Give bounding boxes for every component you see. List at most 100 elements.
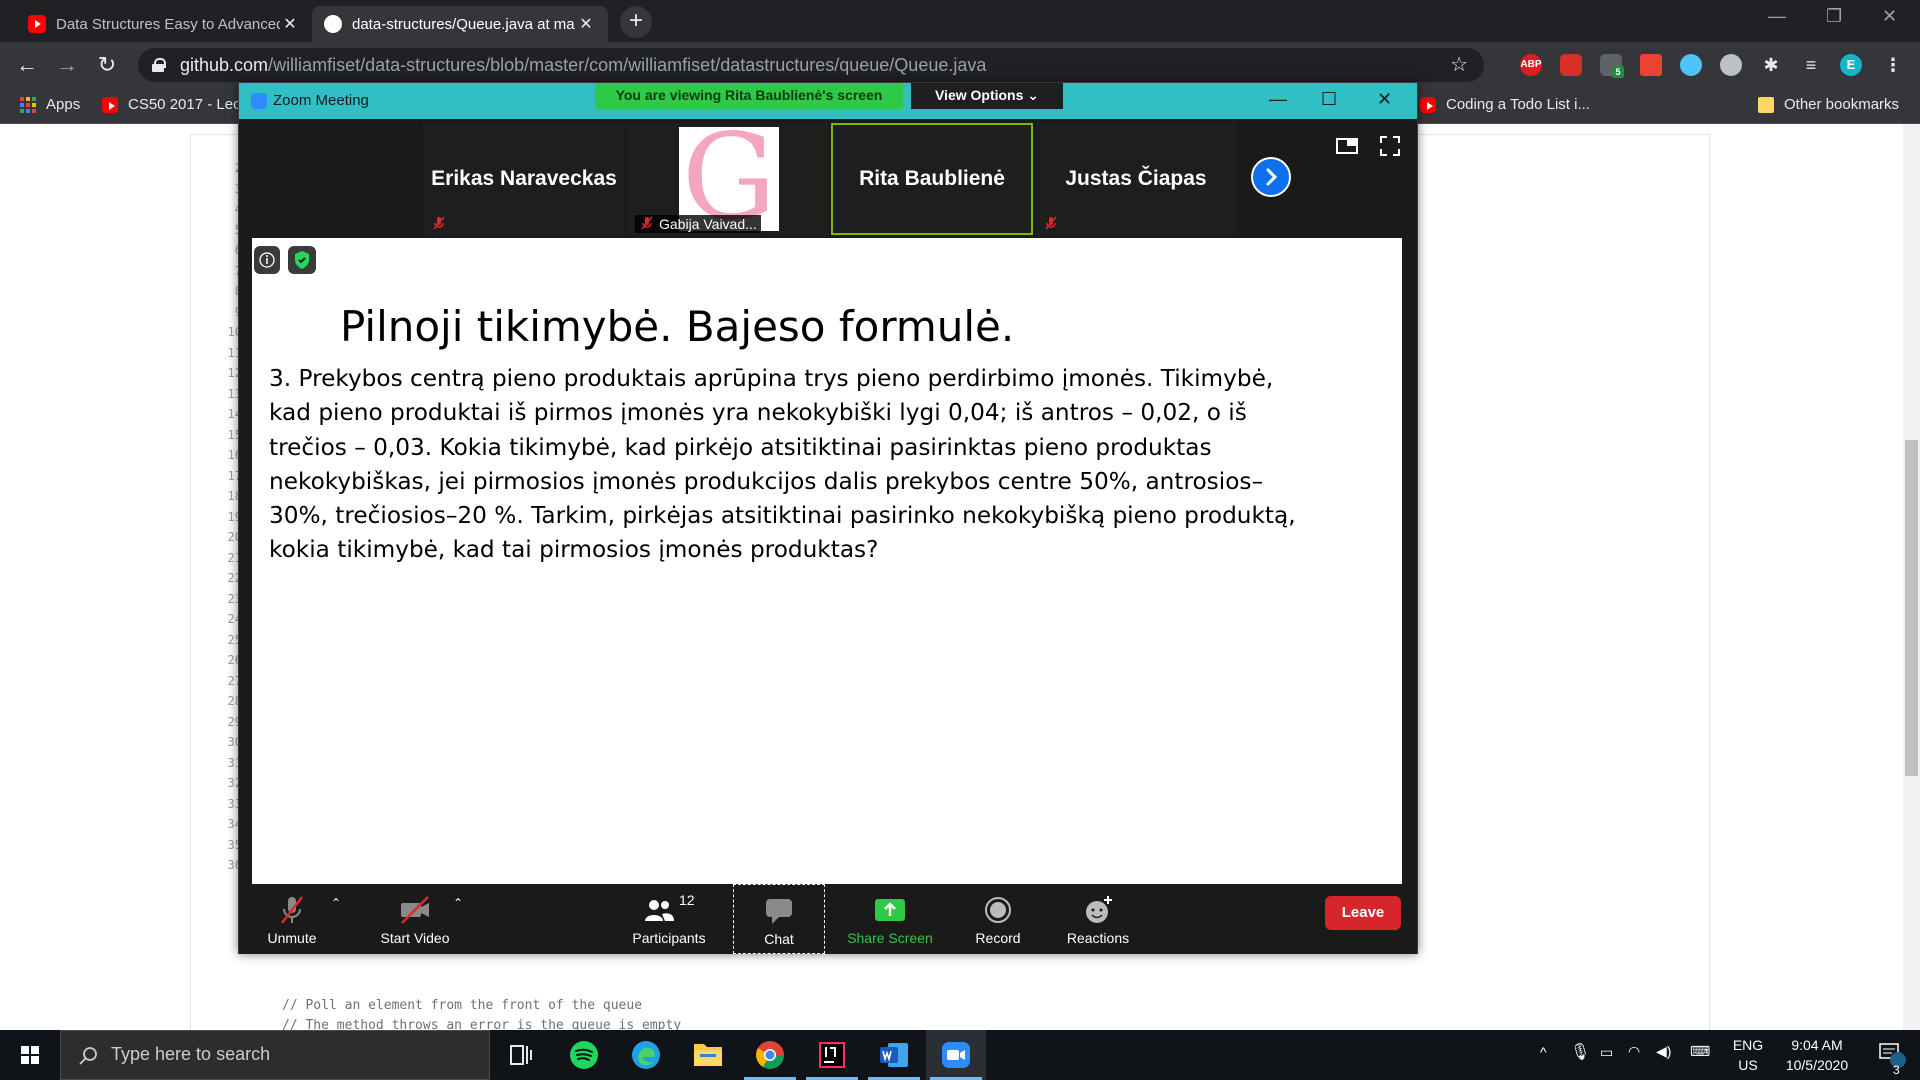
profile-avatar[interactable]: E (1840, 54, 1862, 76)
close-icon[interactable]: ✕ (1377, 89, 1392, 110)
close-window-icon[interactable]: ✕ (1882, 6, 1897, 27)
next-page-button[interactable] (1251, 157, 1291, 197)
keyboard-icon[interactable]: ⌨ (1690, 1043, 1710, 1060)
windows-taskbar: Type here to search ^ 🎙 ▭ ◠ ◀) ⌨ ENG US … (0, 1030, 1920, 1080)
participants-button[interactable]: 12 Participants (619, 884, 719, 954)
bookmark-todo[interactable]: Coding a Todo List i... (1420, 96, 1590, 113)
language-indicator[interactable]: ENG US (1730, 1035, 1766, 1075)
notifications-button[interactable]: 3 (1872, 1040, 1912, 1077)
security-shield-icon[interactable] (288, 246, 316, 274)
media-queue-icon[interactable]: ≡ (1800, 54, 1822, 76)
slide-line: kokia tikimybė, kad tai pirmosios įmonės… (269, 536, 879, 564)
start-video-button[interactable]: Start Video (357, 884, 473, 954)
puzzle-icon[interactable]: ✱ (1760, 54, 1782, 76)
slide-title: Pilnoji tikimybė. Bajeso formulė. (340, 302, 1015, 351)
audio-options-caret-icon[interactable]: ⌃ (331, 896, 341, 910)
slide-line: kad pieno produktai iš pirmos įmonės yra… (269, 399, 1247, 427)
microphone-icon[interactable]: 🎙 (1570, 1042, 1590, 1062)
leave-button[interactable]: Leave (1325, 896, 1401, 930)
extension-icon[interactable]: 5 (1600, 54, 1624, 78)
start-button[interactable] (0, 1030, 60, 1080)
intellij-app[interactable] (802, 1030, 862, 1080)
new-tab-button[interactable]: + (620, 6, 652, 38)
clock[interactable]: 9:04 AM 10/5/2020 (1772, 1035, 1862, 1075)
address-bar[interactable]: github.com/williamfiset/data-structures/… (138, 48, 1484, 82)
minimize-icon[interactable]: — (1768, 6, 1786, 27)
youtube-icon (102, 96, 118, 113)
windows-logo-icon (21, 1046, 39, 1064)
extension-icon[interactable] (1680, 54, 1702, 76)
participant-tile[interactable]: Erikas Naraveckas (423, 123, 625, 235)
spotify-icon (570, 1041, 598, 1069)
edge-app[interactable] (616, 1030, 676, 1080)
participant-name: Rita Baublienė (859, 167, 1005, 190)
participant-tile[interactable]: G Gabija Vaivad... (627, 123, 829, 235)
word-app[interactable] (864, 1030, 924, 1080)
video-options-caret-icon[interactable]: ⌃ (453, 896, 463, 910)
reactions-button[interactable]: Reactions (1053, 884, 1143, 954)
close-icon[interactable]: ✕ (280, 14, 300, 34)
view-options-button[interactable]: View Options ⌄ (911, 83, 1063, 109)
participants-icon (645, 900, 674, 921)
minimize-icon[interactable]: — (1269, 89, 1287, 110)
participants-count: 12 (679, 892, 695, 908)
wifi-icon[interactable]: ◠ (1628, 1043, 1640, 1060)
task-view-button[interactable] (490, 1030, 550, 1080)
maximize-icon[interactable]: ☐ (1321, 89, 1337, 110)
taskbar-search-box[interactable]: Type here to search (60, 1030, 490, 1080)
date-text: 10/5/2020 (1785, 1057, 1849, 1073)
reactions-emoji-icon (1086, 896, 1112, 923)
bookmark-apps[interactable]: Apps (20, 96, 80, 113)
file-explorer-icon (694, 1044, 722, 1066)
participant-tile[interactable]: Justas Čiapas (1035, 123, 1237, 235)
chat-button[interactable]: Chat (733, 884, 825, 954)
gmail-extension-icon[interactable] (1560, 54, 1582, 76)
close-icon[interactable]: ✕ (576, 14, 596, 34)
gallery-view-icon[interactable] (1335, 135, 1359, 157)
participant-name: Justas Čiapas (1065, 167, 1207, 190)
back-icon[interactable]: ← (12, 50, 42, 80)
record-button[interactable]: Record (957, 884, 1039, 954)
reload-icon[interactable]: ↻ (92, 50, 122, 80)
tab-github[interactable]: data-structures/Queue.java at ma ✕ (312, 6, 608, 42)
muted-mic-icon (281, 896, 303, 924)
slide-line: 30%, trečiosios–20 %. Tarkim, pirkėjas a… (269, 502, 1296, 530)
spotify-app[interactable] (554, 1030, 614, 1080)
database-extension-icon[interactable] (1720, 54, 1742, 76)
chevron-right-icon (1266, 168, 1278, 186)
file-explorer-app[interactable] (678, 1030, 738, 1080)
battery-icon[interactable]: ▭ (1600, 1044, 1613, 1061)
meeting-controls-bar: Unmute ⌃ Start Video ⌃ 12 Participants C… (239, 884, 1417, 954)
intellij-icon (819, 1042, 845, 1068)
time-text: 9:04 AM (1791, 1037, 1843, 1053)
slide-body: 3. Prekybos centrą pieno produktais aprū… (269, 362, 1349, 568)
bookmark-label: Other bookmarks (1784, 96, 1900, 113)
volume-icon[interactable]: ◀) (1656, 1043, 1671, 1060)
github-icon (324, 15, 342, 33)
share-screen-icon (875, 899, 905, 921)
bookmark-star-icon[interactable]: ☆ (1450, 52, 1468, 77)
bookmark-cs50[interactable]: CS50 2017 - Lec (102, 96, 241, 113)
bookmark-other[interactable]: Other bookmarks (1758, 96, 1899, 113)
scrollbar-thumb[interactable] (1905, 440, 1918, 776)
adblock-icon[interactable]: ABP (1520, 54, 1542, 76)
youtube-icon (28, 15, 46, 33)
chrome-app[interactable] (740, 1030, 800, 1080)
tab-youtube[interactable]: Data Structures Easy to Advanced ✕ (16, 6, 312, 42)
zoom-meeting-window: Zoom Meeting You are viewing Rita Baubli… (238, 82, 1418, 954)
video-extension-icon[interactable] (1640, 54, 1662, 76)
share-screen-button[interactable]: Share Screen (837, 884, 943, 954)
muted-mic-icon (639, 215, 655, 231)
zoom-logo-icon (251, 93, 267, 109)
task-view-icon (510, 1045, 532, 1065)
show-hidden-icons-icon[interactable]: ^ (1540, 1044, 1547, 1060)
more-menu-icon[interactable]: ⋮ (1882, 54, 1904, 76)
unmute-button[interactable]: Unmute (247, 884, 337, 954)
zoom-app[interactable] (926, 1030, 986, 1080)
fullscreen-icon[interactable] (1379, 135, 1403, 157)
participant-tile-active-speaker[interactable]: Rita Baublienė (831, 123, 1033, 235)
shared-screen: Pilnoji tikimybė. Bajeso formulė. 3. Pre… (252, 238, 1402, 884)
info-icon[interactable] (254, 246, 280, 274)
forward-icon[interactable]: → (52, 50, 82, 80)
restore-icon[interactable]: ❐ (1826, 6, 1842, 27)
